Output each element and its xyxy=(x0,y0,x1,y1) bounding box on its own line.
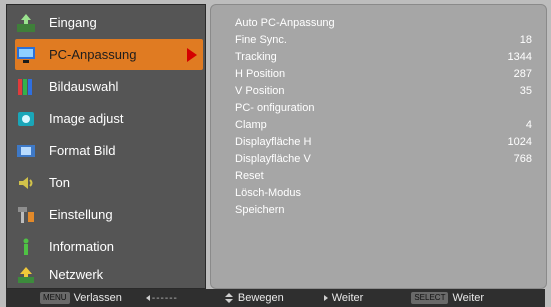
row-label: PC- onfiguration xyxy=(235,102,315,114)
select-label: Weiter xyxy=(452,292,485,304)
menu-row-loesch-modus[interactable]: Lösch-Modus xyxy=(235,185,532,201)
osd-menu: Eingang PC-Anpassung Bildauswahl Image a… xyxy=(0,0,551,307)
sidebar-item-label: Format Bild xyxy=(49,143,116,158)
sidebar-item-format-bild[interactable]: Format Bild xyxy=(7,135,205,166)
select-hint: SELECT Weiter xyxy=(411,292,484,304)
row-label: Displayfläche H xyxy=(235,136,312,148)
sidebar-item-bildauswahl[interactable]: Bildauswahl xyxy=(7,71,205,102)
row-label: Tracking xyxy=(235,51,277,63)
information-icon xyxy=(15,236,37,258)
menu-row-clamp[interactable]: Clamp 4 xyxy=(235,117,532,133)
menu-row-pc-configuration[interactable]: PC- onfiguration xyxy=(235,100,532,116)
footer-help-bar: MENU Verlassen ------ Bewegen Weiter SEL… xyxy=(6,289,545,307)
sidebar-item-label: Image adjust xyxy=(49,111,124,126)
sidebar-item-einstellung[interactable]: Einstellung xyxy=(7,199,205,230)
screen-format-icon xyxy=(15,140,37,162)
row-value: 4 xyxy=(525,119,532,131)
row-label: Clamp xyxy=(235,119,267,131)
image-adjust-icon xyxy=(15,108,37,130)
move-label: Bewegen xyxy=(237,292,284,304)
menu-row-displayflaeche-v[interactable]: Displayfläche V 768 xyxy=(235,151,532,167)
menu-row-fine-sync[interactable]: Fine Sync. 18 xyxy=(235,32,532,48)
sidebar-item-label: Eingang xyxy=(49,15,97,30)
row-value: 1024 xyxy=(507,136,532,148)
menu-row-displayflaeche-h[interactable]: Displayfläche H 1024 xyxy=(235,134,532,150)
sidebar-item-label: Information xyxy=(49,239,115,254)
menu-row-h-position[interactable]: H Position 287 xyxy=(235,66,532,82)
row-label: Displayfläche V xyxy=(235,153,311,165)
sidebar-item-label: Bildauswahl xyxy=(49,79,119,94)
back-hint: MENU Verlassen xyxy=(40,292,122,304)
menu-key-icon: MENU xyxy=(40,292,70,304)
next-label: Weiter xyxy=(331,292,364,304)
row-label: Reset xyxy=(235,170,264,182)
sidebar-item-eingang[interactable]: Eingang xyxy=(7,7,205,38)
sidebar-item-information[interactable]: Information xyxy=(7,231,205,262)
row-value: 287 xyxy=(513,68,532,80)
row-label: Speichern xyxy=(235,204,285,216)
row-label: V Position xyxy=(235,85,285,97)
up-down-arrow-icon xyxy=(224,293,233,303)
sidebar-item-netzwerk[interactable]: Netzwerk xyxy=(7,259,205,290)
sidebar-item-ton[interactable]: Ton xyxy=(7,167,205,198)
menu-row-auto-pc-anpassung[interactable]: Auto PC-Anpassung xyxy=(235,15,532,31)
row-label: H Position xyxy=(235,68,286,80)
sidebar-item-label: Netzwerk xyxy=(49,267,104,282)
sidebar: Eingang PC-Anpassung Bildauswahl Image a… xyxy=(6,4,206,289)
move-hint: Bewegen xyxy=(224,292,284,304)
menu-row-speichern[interactable]: Speichern xyxy=(235,202,532,218)
right-arrow-icon xyxy=(323,295,328,301)
input-icon xyxy=(15,12,37,34)
select-key-icon: SELECT xyxy=(411,292,449,304)
row-value: 18 xyxy=(519,34,532,46)
menu-row-v-position[interactable]: V Position 35 xyxy=(235,83,532,99)
next-hint: Weiter xyxy=(323,292,364,304)
sidebar-item-pc-anpassung[interactable]: PC-Anpassung xyxy=(15,39,203,70)
sidebar-item-image-adjust[interactable]: Image adjust xyxy=(7,103,205,134)
sound-icon xyxy=(15,172,37,194)
sidebar-item-label: PC-Anpassung xyxy=(49,47,137,62)
selected-arrow-icon xyxy=(187,48,197,62)
sidebar-item-label: Ton xyxy=(49,175,70,190)
menu-row-tracking[interactable]: Tracking 1344 xyxy=(235,49,532,65)
setting-icon xyxy=(15,204,37,226)
pc-adjust-panel: Auto PC-Anpassung Fine Sync. 18 Tracking 1… xyxy=(210,4,547,289)
menu-row-reset[interactable]: Reset xyxy=(235,168,532,184)
row-value: 768 xyxy=(513,153,532,165)
row-value: 35 xyxy=(519,85,532,97)
row-label: Lösch-Modus xyxy=(235,187,302,199)
image-select-icon xyxy=(15,76,37,98)
back-label: Verlassen xyxy=(73,292,122,304)
row-value: 1344 xyxy=(507,51,532,63)
left-arrow-icon: ------ xyxy=(145,293,178,304)
pc-adjust-icon xyxy=(15,44,37,66)
network-icon xyxy=(15,264,37,286)
sidebar-item-label: Einstellung xyxy=(49,207,113,222)
row-label: Fine Sync. xyxy=(235,34,287,46)
row-label: Auto PC-Anpassung xyxy=(235,17,335,29)
